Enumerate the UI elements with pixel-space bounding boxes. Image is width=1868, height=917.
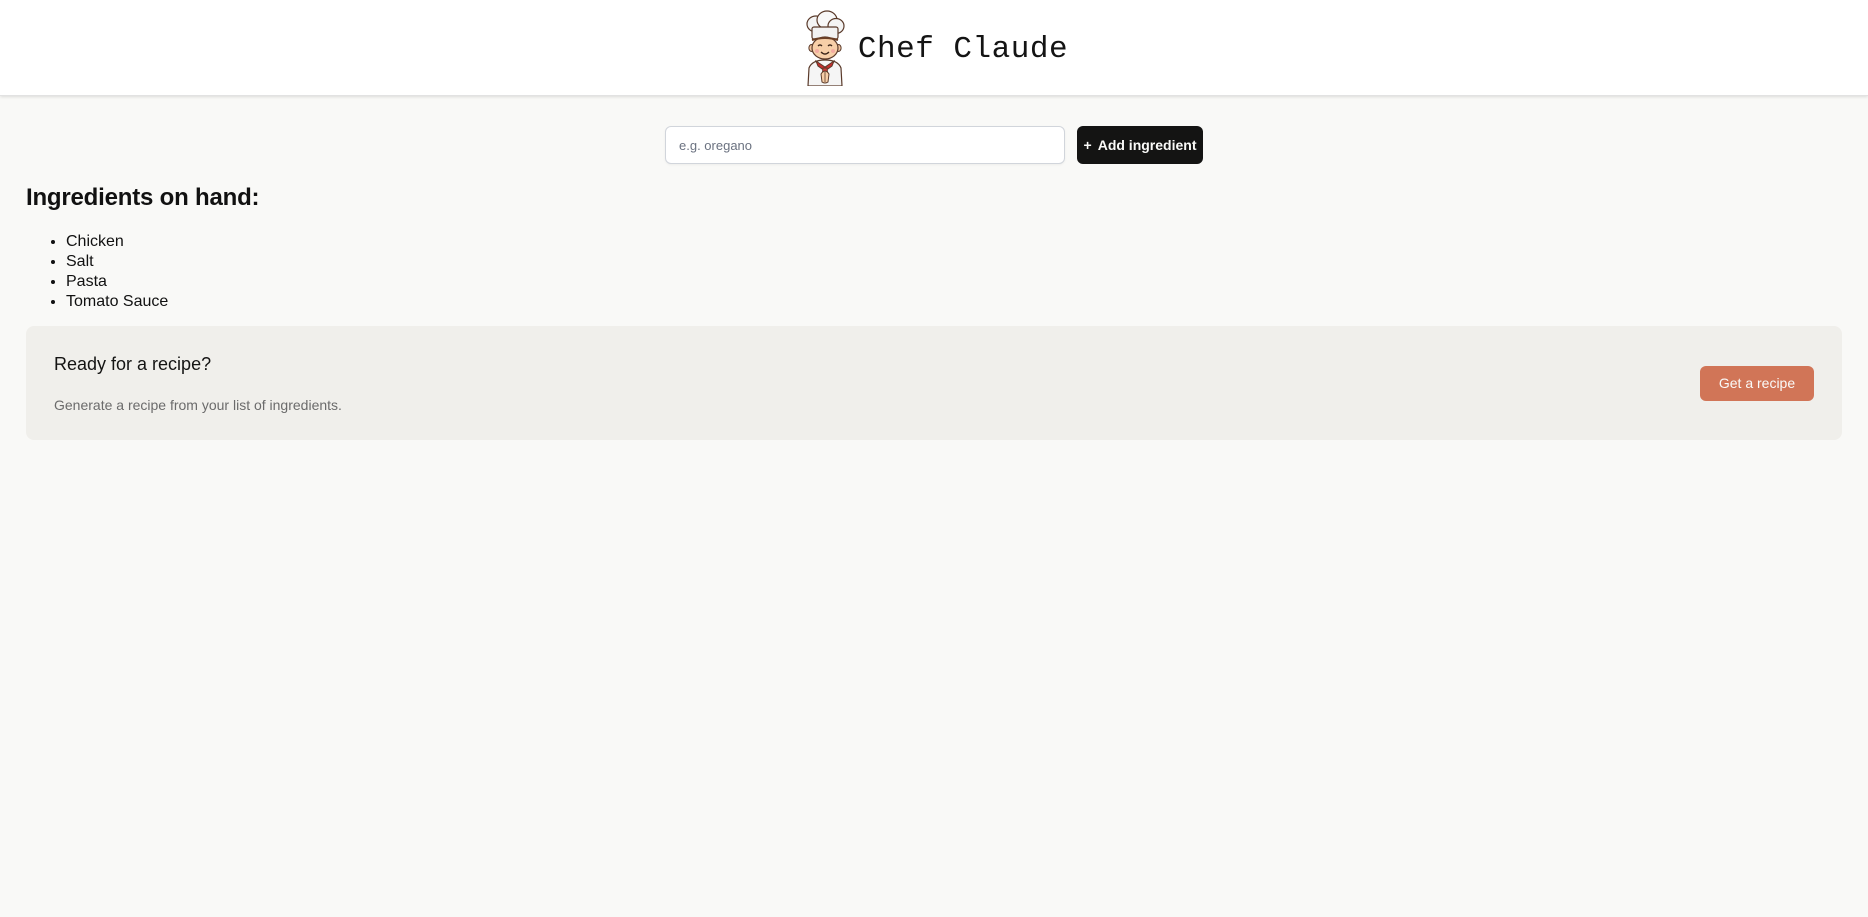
add-ingredient-button[interactable]: + Add ingredient (1077, 126, 1203, 164)
ingredients-heading: Ingredients on hand: (26, 184, 260, 211)
ingredients-section: Ingredients on hand: Chicken Salt Pasta … (26, 184, 1842, 312)
plus-icon: + (1083, 137, 1092, 153)
main-content: + Add ingredient Ingredients on hand: Ch… (0, 126, 1868, 440)
app-title: Chef Claude (857, 32, 1069, 67)
chef-mascot-icon (806, 9, 845, 86)
brand: Chef Claude (800, 9, 1069, 86)
ingredients-list: Chicken Salt Pasta Tomato Sauce (26, 232, 1842, 312)
list-item: Pasta (66, 272, 1842, 292)
add-ingredient-label: Add ingredient (1097, 137, 1197, 153)
add-ingredient-form: + Add ingredient (26, 126, 1842, 164)
recipe-panel-text: Ready for a recipe? Generate a recipe fr… (54, 354, 342, 413)
recipe-panel-description: Generate a recipe from your list of ingr… (54, 396, 342, 413)
list-item: Tomato Sauce (66, 292, 1842, 312)
get-recipe-button[interactable]: Get a recipe (1700, 365, 1814, 401)
app-header: Chef Claude (0, 0, 1868, 96)
get-recipe-panel: Ready for a recipe? Generate a recipe fr… (26, 326, 1842, 440)
list-item: Salt (66, 252, 1842, 272)
recipe-panel-heading: Ready for a recipe? (54, 353, 212, 374)
list-item: Chicken (66, 232, 1842, 252)
ingredient-input[interactable] (665, 126, 1065, 164)
